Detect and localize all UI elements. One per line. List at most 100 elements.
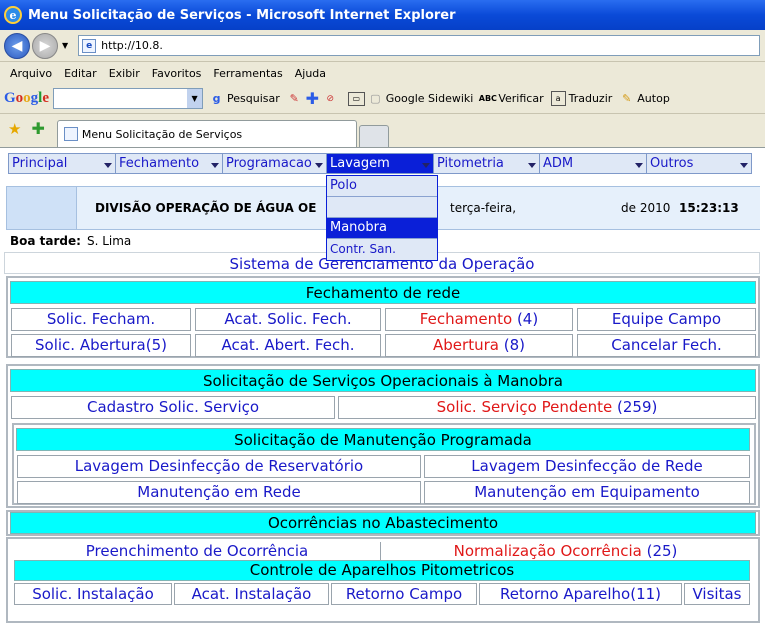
menu-favoritos[interactable]: Favoritos <box>152 67 202 80</box>
menu-ajuda[interactable]: Ajuda <box>295 67 326 80</box>
link-normalizacao-ocorrencia[interactable]: Normalização Ocorrência (25) <box>380 542 750 562</box>
dropdown-item-contr-san[interactable]: Contr. San. <box>327 239 437 260</box>
browser-menubar: Arquivo Editar Exibir Favoritos Ferramen… <box>0 62 765 84</box>
link-fechamento[interactable]: Fechamento (4) <box>385 308 573 331</box>
window-titlebar: e Menu Solicitação de Serviços - Microso… <box>0 0 765 30</box>
window-title: Menu Solicitação de Serviços - Microsoft… <box>28 7 456 23</box>
user-name: S. Lima <box>86 234 132 248</box>
lavagem-dropdown: Polo Manobra Contr. San. <box>326 175 438 261</box>
link-cancelar-fech[interactable]: Cancelar Fech. <box>577 334 756 357</box>
app-menu-fechamento[interactable]: Fechamento <box>116 154 223 173</box>
dropdown-item-polo[interactable]: Polo <box>327 176 437 197</box>
autop-label: Autop <box>637 92 670 105</box>
internet-explorer-icon: e <box>4 6 22 24</box>
monitor-icon: ▭ <box>347 91 365 106</box>
autop-button[interactable]: ✎ Autop <box>619 91 670 106</box>
app-menu-principal[interactable]: Principal <box>9 154 116 173</box>
app-menu-programacao[interactable]: Programacao <box>223 154 327 173</box>
greeting-label: Boa tarde: <box>10 234 81 248</box>
link-solic-servico-pendente[interactable]: Solic. Serviço Pendente (259) <box>338 396 756 419</box>
app-menu-lavagem[interactable]: Lavagem <box>327 154 434 173</box>
tab-menu-solicitacao[interactable]: Menu Solicitação de Serviços <box>56 120 357 147</box>
date-year: de 2010 <box>621 201 671 215</box>
chevron-down-icon[interactable]: ▼ <box>187 89 203 108</box>
section-title-manobra: Solicitação de Serviços Operacionais à M… <box>10 369 756 392</box>
section-ocorrencias-header: Ocorrências no Abastecimento <box>6 510 760 536</box>
history-dropdown-icon[interactable]: ▼ <box>62 41 68 50</box>
link-manutencao-equipamento[interactable]: Manutenção em Equipamento <box>424 481 750 504</box>
dropdown-arrow-icon <box>635 163 643 168</box>
forward-button[interactable]: ▶ <box>32 32 58 59</box>
spellcheck-icon: ABC <box>478 94 497 103</box>
address-url: http://10.8. <box>101 39 163 52</box>
plus-icon: ✚ <box>305 89 319 108</box>
dropdown-arrow-icon <box>528 163 536 168</box>
link-acat-instalacao[interactable]: Acat. Instalação <box>174 583 329 605</box>
section-title-fechamento: Fechamento de rede <box>10 281 756 304</box>
page-icon <box>63 127 78 141</box>
menu-exibir[interactable]: Exibir <box>109 67 140 80</box>
address-toolbar: ◀ ▶ ▼ e http://10.8. <box>0 30 765 62</box>
translate-icon: a <box>550 91 566 106</box>
page-content: Principal Fechamento Programacao Lavagem… <box>0 148 765 623</box>
link-abertura[interactable]: Abertura (8) <box>385 334 573 357</box>
popup-icon: ⊘ <box>326 93 335 104</box>
sidewiki-label: Google Sidewiki <box>385 92 474 105</box>
section-ocorrencias: Preenchimento de Ocorrência Normalização… <box>6 537 760 623</box>
app-menu-pitometria[interactable]: Pitometria <box>434 154 540 173</box>
dropdown-item-manobra[interactable]: Manobra <box>327 218 437 239</box>
new-tab-button[interactable] <box>358 125 389 147</box>
page-icon: e <box>82 38 97 53</box>
link-preenchimento-ocorrencia[interactable]: Preenchimento de Ocorrência <box>14 542 380 562</box>
dropdown-arrow-icon <box>422 163 430 168</box>
google-search-button[interactable]: g Pesquisar <box>209 91 280 106</box>
division-title: DIVISÃO OPERAÇÃO DE ÁGUA OE <box>95 201 317 215</box>
dropdown-arrow-icon <box>104 163 112 168</box>
link-retorno-campo[interactable]: Retorno Campo <box>331 583 477 605</box>
link-acat-solic-fech[interactable]: Acat. Solic. Fech. <box>195 308 381 331</box>
google-search-icon: g <box>212 92 221 105</box>
dropdown-arrow-icon <box>211 163 219 168</box>
traduzir-button[interactable]: a Traduzir <box>550 91 613 106</box>
add-favorite-icon[interactable]: ✚ <box>31 119 44 138</box>
google-toolbar: Google ▼ g Pesquisar ✎ ✚ ⊘ ▭ ▢ Google Si… <box>0 84 765 114</box>
section-title-pitometria: Controle de Aparelhos Pitometricos <box>14 560 750 581</box>
link-cadastro-solic-servico[interactable]: Cadastro Solic. Serviço <box>11 396 335 419</box>
back-button[interactable]: ◀ <box>4 32 30 59</box>
menu-arquivo[interactable]: Arquivo <box>10 67 52 80</box>
greeting: Boa tarde: S. Lima <box>10 234 131 248</box>
link-manutencao-rede[interactable]: Manutenção em Rede <box>17 481 421 504</box>
autofill-icon: ✎ <box>622 92 632 105</box>
verificar-label: Verificar <box>498 92 544 105</box>
toolbar-misc-buttons[interactable]: ✎ ✚ ⊘ <box>287 89 341 108</box>
app-menu-adm[interactable]: ADM <box>540 154 647 173</box>
verificar-button[interactable]: ABC Verificar <box>478 91 544 106</box>
link-visitas[interactable]: Visitas <box>684 583 750 605</box>
google-search-label: Pesquisar <box>227 92 280 105</box>
favorites-star-icon[interactable]: ★ <box>8 120 21 138</box>
link-acat-abert-fech[interactable]: Acat. Abert. Fech. <box>195 334 381 357</box>
traduzir-label: Traduzir <box>568 92 613 105</box>
link-solic-instalacao[interactable]: Solic. Instalação <box>14 583 172 605</box>
sidewiki-button[interactable]: ▭ ▢ Google Sidewiki <box>347 91 474 106</box>
section-fechamento: Fechamento de rede Solic. Fecham. Acat. … <box>6 276 760 358</box>
address-input[interactable]: e http://10.8. <box>78 35 761 56</box>
menu-ferramentas[interactable]: Ferramentas <box>213 67 282 80</box>
menu-editar[interactable]: Editar <box>64 67 97 80</box>
dropdown-arrow-icon <box>740 163 748 168</box>
section-manobra: Solicitação de Serviços Operacionais à M… <box>6 364 760 508</box>
link-retorno-aparelho[interactable]: Retorno Aparelho(11) <box>479 583 682 605</box>
link-solic-fecham[interactable]: Solic. Fecham. <box>11 308 191 331</box>
bookmark-icon: ✎ <box>289 92 299 105</box>
section-title-manutencao: Solicitação de Manutenção Programada <box>16 428 750 451</box>
link-lavagem-reservatorio[interactable]: Lavagem Desinfecção de Reservatório <box>17 455 421 478</box>
dropdown-item-blank[interactable] <box>327 197 437 218</box>
link-solic-abertura[interactable]: Solic. Abertura(5) <box>11 334 191 357</box>
google-search-input[interactable]: ▼ <box>53 88 204 109</box>
tab-label: Menu Solicitação de Serviços <box>81 127 243 141</box>
link-equipe-campo[interactable]: Equipe Campo <box>577 308 756 331</box>
app-menu-outros[interactable]: Outros <box>647 154 751 173</box>
google-logo: Google <box>4 90 50 106</box>
link-lavagem-rede[interactable]: Lavagem Desinfecção de Rede <box>424 455 750 478</box>
clock: 15:23:13 <box>679 201 739 215</box>
